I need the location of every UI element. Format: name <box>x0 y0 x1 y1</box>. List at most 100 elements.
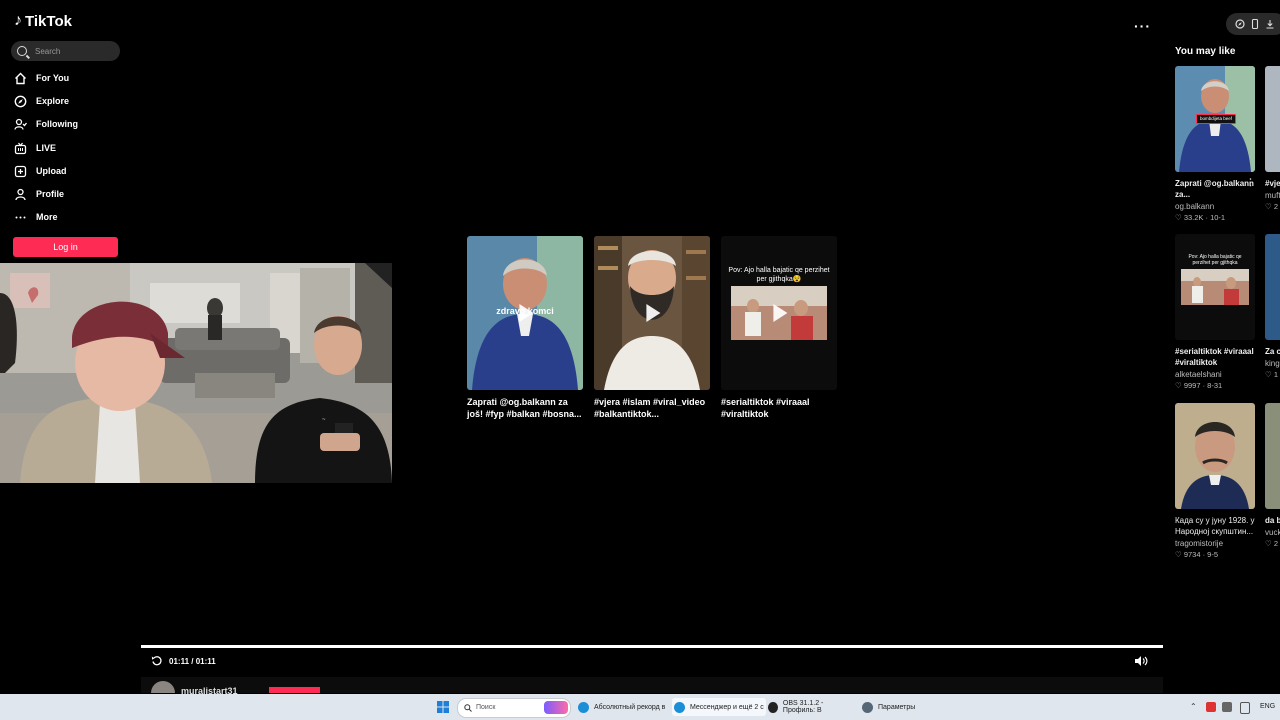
tray-chevron-icon[interactable]: ⌃ <box>1190 702 1197 711</box>
taskbar-app-obs[interactable]: OBS 31.1.2 - Профиль: В <box>768 698 856 716</box>
gear-icon <box>862 701 873 713</box>
taskbar-app-messenger[interactable]: Мессенджер и ещё 2 с <box>672 698 766 716</box>
windows-start-icon[interactable] <box>437 701 449 713</box>
video-caption[interactable]: #serialtiktok #viraaal #viraltiktok <box>721 396 839 420</box>
taskbar-app-edge[interactable]: Абсолютный рекорд в <box>578 698 666 716</box>
volume-icon[interactable] <box>1134 655 1148 667</box>
search-input[interactable] <box>33 45 117 57</box>
video-thumbnail[interactable] <box>594 236 710 390</box>
recommended-video-card[interactable]: Када су у јуну 1928. у Народној скупштин… <box>1175 403 1255 559</box>
sidebar-item-more[interactable]: More <box>14 208 58 226</box>
search-bar[interactable] <box>11 41 120 61</box>
sidebar-item-label: For You <box>36 73 70 83</box>
recommended-thumbnail[interactable] <box>1265 234 1280 340</box>
sidebar-item-label: Explore <box>36 96 70 106</box>
taskbar-app-settings[interactable]: Параметры <box>862 698 922 716</box>
download-icon[interactable] <box>1265 19 1275 29</box>
recommended-video-card-partial[interactable]: #vje #vir muft ♡ 2 <box>1265 66 1280 211</box>
video-card[interactable]: Pov: Ajo halla bajatic qe perzihet per g… <box>721 236 837 420</box>
sidebar-item-label: Profile <box>36 189 65 199</box>
card-options-icon[interactable]: ⋮ <box>1246 177 1255 188</box>
phone-icon[interactable] <box>1250 19 1260 29</box>
avatar[interactable] <box>151 681 175 693</box>
play-icon <box>519 304 534 322</box>
video-overlay-text: Pov: Ajo halla bajatic qe perzihet per g… <box>728 267 830 283</box>
search-icon <box>17 46 27 56</box>
follow-button[interactable] <box>269 687 320 693</box>
recommended-thumbnail[interactable]: bombdijeta beef <box>1175 66 1255 172</box>
recommended-caption[interactable]: da b men <box>1265 515 1280 526</box>
sidebar-item-explore[interactable]: Explore <box>14 92 69 110</box>
upload-icon <box>14 165 27 178</box>
video-thumbnail[interactable]: zdravo komci <box>467 236 583 390</box>
profile-icon <box>14 188 27 201</box>
recommended-thumbnail[interactable] <box>1175 403 1255 509</box>
compass-icon[interactable] <box>1235 19 1245 29</box>
tiktok-note-icon: ♪ <box>14 12 22 29</box>
video-caption[interactable]: #vjera #islam #viral_video #balkantiktok… <box>594 396 712 420</box>
recommended-thumbnail[interactable]: Pov: Ajo halla bajatic qe perzihet per g… <box>1175 234 1255 340</box>
recommended-author[interactable]: tragomistorije <box>1175 539 1255 548</box>
recommended-stats: ♡ 33.2K · 10-1 <box>1175 213 1226 222</box>
video-badge: bombdijeta beef <box>1196 114 1236 124</box>
more-options-icon[interactable]: ··· <box>1134 18 1151 34</box>
sidebar-item-label: More <box>36 212 58 222</box>
sidebar-item-for-you[interactable]: For You <box>14 69 69 87</box>
recommended-caption[interactable]: #vje #vir <box>1265 178 1280 189</box>
recommended-caption[interactable]: Zaprati @og.balkann za... <box>1175 178 1255 200</box>
recommended-author[interactable]: vuck <box>1265 528 1280 537</box>
recommended-video-card-partial[interactable]: Za c krat king ♡ 1 <box>1265 234 1280 379</box>
tray-app-icon[interactable] <box>1206 702 1216 712</box>
recommended-author[interactable]: og.balkann <box>1175 202 1255 211</box>
logo-text: TikTok <box>25 12 72 30</box>
webcam-overlay: ~ <box>0 263 392 483</box>
taskbar-app-label: Абсолютный рекорд в <box>594 703 666 711</box>
video-card[interactable]: #vjera #islam #viral_video #balkantiktok… <box>594 236 710 420</box>
recommended-video-card[interactable]: Pov: Ajo halla bajatic qe perzihet per g… <box>1175 234 1255 390</box>
recommended-thumbnail[interactable] <box>1265 403 1280 509</box>
sidebar-item-live[interactable]: LIVE <box>14 139 56 157</box>
webcam-image: ~ <box>0 263 392 483</box>
recommended-caption[interactable]: #serialtiktok #viraaal #viraltiktok <box>1175 346 1255 368</box>
toolbar-pill <box>1226 13 1280 35</box>
recommended-video-card[interactable]: bombdijeta beef Zaprati @og.balkann za..… <box>1175 66 1255 222</box>
video-progress-bar[interactable] <box>141 645 1163 648</box>
recommended-stats-value: 1 <box>1273 370 1278 379</box>
taskbar-app-label: Параметры <box>878 703 916 711</box>
recommended-stats-value: 9997 · 8-31 <box>1183 381 1223 390</box>
recommended-stats-value: 2 <box>1273 202 1278 211</box>
sidebar-item-following[interactable]: Following <box>14 115 78 133</box>
following-icon <box>14 118 27 131</box>
keyboard-language[interactable]: ENG <box>1260 703 1275 710</box>
login-button[interactable]: Log in <box>13 237 118 257</box>
recommended-author[interactable]: king <box>1265 359 1280 368</box>
taskbar-app-label: OBS 31.1.2 - Профиль: В <box>782 700 824 714</box>
taskbar-search-placeholder: Поиск <box>476 704 496 711</box>
recommended-caption[interactable]: Када су у јуну 1928. у Народној скупштин… <box>1175 515 1255 537</box>
tiktok-logo[interactable]: ♪ TikTok <box>14 12 72 30</box>
recommended-caption[interactable]: Za c krat <box>1265 346 1280 357</box>
sidebar-item-label: LIVE <box>36 143 57 153</box>
live-icon <box>14 142 27 155</box>
svg-text:~: ~ <box>322 417 326 423</box>
taskbar-search[interactable]: Поиск <box>457 698 571 718</box>
home-icon <box>14 72 27 85</box>
video-thumbnail[interactable]: Pov: Ajo halla bajatic qe perzihet per g… <box>721 236 837 390</box>
recommended-stats-value: 33.2K · 10-1 <box>1183 213 1226 222</box>
taskbar-app-label: Мессенджер и ещё 2 с <box>690 703 764 711</box>
recommended-author[interactable]: muft <box>1265 191 1280 200</box>
recommended-author[interactable]: alketaelshani <box>1175 370 1255 379</box>
recommended-video-card-partial[interactable]: da b men vuck ♡ 2 <box>1265 403 1280 548</box>
obs-icon <box>768 701 778 713</box>
compass-icon <box>14 95 27 108</box>
search-highlight-icon <box>544 701 568 714</box>
recommended-thumbnail[interactable] <box>1265 66 1280 172</box>
sidebar-item-profile[interactable]: Profile <box>14 185 64 203</box>
recommended-stats: ♡ 9734 · 9-5 <box>1175 550 1219 559</box>
tray-app-icon[interactable] <box>1222 702 1232 712</box>
video-card[interactable]: zdravo komci Zaprati @og.balkann za još!… <box>467 236 583 420</box>
replay-icon[interactable] <box>151 655 162 666</box>
tray-app-icon[interactable] <box>1240 702 1250 714</box>
sidebar-item-upload[interactable]: Upload <box>14 162 67 180</box>
video-caption[interactable]: Zaprati @og.balkann za još! #fyp #balkan… <box>467 396 585 420</box>
